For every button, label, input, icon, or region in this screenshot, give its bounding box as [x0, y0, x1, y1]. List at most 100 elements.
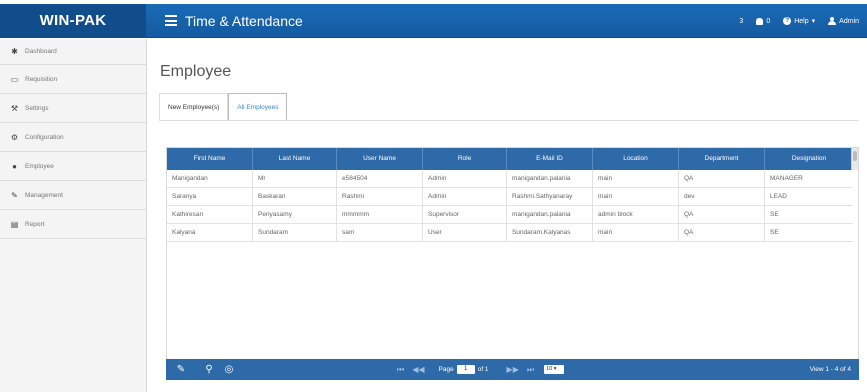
- page-title: Employee: [160, 63, 232, 80]
- prev-page-icon[interactable]: ◀◀: [412, 365, 424, 374]
- cell-user-name: mmmmm: [337, 206, 423, 223]
- user-menu[interactable]: Admin: [828, 17, 859, 25]
- sidebar-item-label: Configuration: [25, 133, 64, 141]
- column-header-email[interactable]: E-Mail ID: [507, 148, 593, 170]
- cell-role: User: [423, 224, 507, 241]
- column-header-first-name[interactable]: First Name: [167, 148, 253, 170]
- cell-user-name: sam: [337, 224, 423, 241]
- cell-designation: LEAD: [770, 193, 787, 200]
- cell-email: manigandan.palania: [507, 206, 593, 223]
- table-row[interactable]: Kalyana Sundaram sam User Sundaram.Kalya…: [167, 224, 853, 242]
- sidebar-item-employee[interactable]: ● Employee: [0, 152, 146, 181]
- vertical-scroll-thumb[interactable]: [853, 151, 857, 161]
- bell-icon: [756, 17, 764, 25]
- wrench-icon: ⚒: [10, 103, 19, 113]
- cell-last-name: Periyasamy: [253, 206, 337, 223]
- cell-email: Rashmi.Sathyanaray: [507, 188, 593, 205]
- cell-first-name: Kathiresan: [167, 206, 253, 223]
- main-content: Employee New Employee(s) All Employees F…: [148, 39, 867, 392]
- page-size-select[interactable]: 10 ▾: [544, 365, 565, 374]
- first-page-icon[interactable]: ⏮: [397, 365, 404, 375]
- app-title: Time & Attendance: [185, 13, 303, 29]
- cell-department: dev: [679, 188, 765, 205]
- column-header-department[interactable]: Department: [679, 148, 765, 170]
- tab-new-employees[interactable]: New Employee(s): [159, 93, 229, 121]
- help-label: Help: [794, 17, 809, 25]
- grid-pager: ✎ ⚲ ◎ ⏮ ◀◀ Page 1 of 1 ▶▶ ⏭ 10 ▾ View 1 …: [166, 359, 859, 380]
- refresh-icon[interactable]: ◎: [223, 364, 235, 376]
- sidebar-item-configuration[interactable]: ⚙ Configuration: [0, 123, 146, 152]
- sidebar-item-report[interactable]: ▤ Report: [0, 210, 146, 239]
- counter-value: 3: [739, 17, 744, 25]
- vertical-scrollbar[interactable]: [851, 148, 858, 170]
- page-size-value: 10: [546, 366, 553, 372]
- cell-first-name: Kalyana: [167, 224, 253, 241]
- top-navbar: WIN-PAK Time & Attendance 3 0 ? Help ▾ A…: [0, 4, 867, 38]
- search-icon[interactable]: ⚲: [203, 364, 215, 376]
- sidebar-item-requisition[interactable]: ▭ Requisition: [0, 65, 146, 94]
- help-menu[interactable]: ? Help ▾: [783, 17, 815, 25]
- navbar-right: 3 0 ? Help ▾ Admin: [739, 4, 859, 38]
- sidebar-item-label: Management: [25, 191, 63, 199]
- tab-bar: New Employee(s) All Employees: [159, 93, 288, 121]
- tab-all-employees[interactable]: All Employees: [228, 93, 288, 121]
- next-page-icon[interactable]: ▶▶: [507, 365, 519, 374]
- cell-department: QA: [679, 224, 765, 241]
- sidebar-item-settings[interactable]: ⚒ Settings: [0, 94, 146, 123]
- cell-first-name: Manigandan: [167, 170, 253, 187]
- brand-logo[interactable]: WIN-PAK: [0, 4, 146, 38]
- cell-role: Admin: [423, 188, 507, 205]
- sidebar-item-management[interactable]: ✎ Management: [0, 181, 146, 210]
- employee-grid: First Name Last Name User Name Role E-Ma…: [166, 147, 859, 380]
- sidebar-item-label: Report: [25, 220, 45, 228]
- cell-last-name: Mr: [253, 170, 337, 187]
- user-icon: [828, 17, 837, 25]
- view-records-text: View 1 - 4 of 4: [809, 366, 851, 373]
- tab-divider: [159, 120, 859, 121]
- counter-badge[interactable]: 3: [739, 18, 743, 25]
- last-page-icon[interactable]: ⏭: [527, 365, 534, 375]
- cell-role: Admin: [423, 170, 507, 187]
- column-header-role[interactable]: Role: [423, 148, 507, 170]
- cell-role: Supervisor: [423, 206, 507, 223]
- caret-down-icon: ▾: [811, 18, 816, 25]
- cell-user-name: e584504: [337, 170, 423, 187]
- cell-email: Sundaram.Kalyanas: [507, 224, 593, 241]
- column-header-designation[interactable]: Designation: [765, 148, 853, 170]
- page-number-input[interactable]: 1: [456, 365, 475, 374]
- user-icon: ●: [12, 161, 17, 171]
- page-label: Page: [438, 366, 454, 373]
- menu-toggle-icon[interactable]: [165, 15, 177, 26]
- monitor-icon: ▭: [10, 74, 19, 84]
- column-header-location[interactable]: Location: [593, 148, 679, 170]
- cell-department: QA: [679, 206, 765, 223]
- table-row[interactable]: Saranya Baskaran Rashmi Admin Rashmi.Sat…: [167, 188, 853, 206]
- sidebar-item-label: Requisition: [25, 75, 58, 83]
- cell-department: QA: [679, 170, 765, 187]
- page-of-label: of 1: [477, 366, 489, 373]
- table-row[interactable]: Manigandan Mr e584504 Admin manigandan.p…: [167, 170, 853, 188]
- sidebar-item-label: Settings: [25, 104, 49, 112]
- edit-icon: ✎: [11, 190, 18, 200]
- notifications-button[interactable]: 0: [756, 17, 771, 25]
- column-header-last-name[interactable]: Last Name: [253, 148, 337, 170]
- report-icon: ▤: [10, 219, 19, 229]
- cell-location: admin block: [593, 206, 679, 223]
- cell-first-name: Saranya: [167, 188, 253, 205]
- sidebar-item-dashboard[interactable]: ✱ Dashboard: [0, 39, 146, 65]
- table-row[interactable]: Kathiresan Periyasamy mmmmm Supervisor m…: [167, 206, 853, 224]
- cell-location: main: [593, 170, 679, 187]
- cell-location: main: [593, 188, 679, 205]
- column-header-user-name[interactable]: User Name: [337, 148, 423, 170]
- cell-last-name: Sundaram: [253, 224, 337, 241]
- cell-designation: MANAGER: [770, 175, 803, 182]
- grid-header: First Name Last Name User Name Role E-Ma…: [167, 148, 853, 170]
- question-circle-icon: ?: [783, 17, 792, 25]
- user-name: Admin: [839, 17, 859, 25]
- dashboard-icon: ✱: [11, 47, 18, 56]
- sidebar-item-label: Employee: [25, 162, 54, 170]
- edit-icon[interactable]: ✎: [175, 364, 187, 376]
- cell-email: manigandan.palania: [507, 170, 593, 187]
- sidebar-item-label: Dashboard: [25, 48, 57, 55]
- notifications-count: 0: [766, 17, 771, 25]
